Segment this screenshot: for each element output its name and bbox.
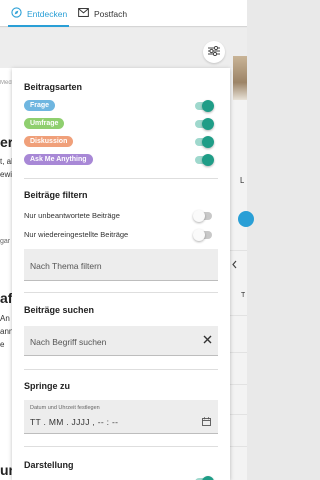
top-navigation: Entdecken Postfach <box>0 0 247 27</box>
sliders-icon <box>208 43 220 61</box>
calendar-icon[interactable] <box>202 417 211 428</box>
chip-frage: Frage <box>24 100 56 111</box>
search-input[interactable]: Nach Begriff suchen <box>24 326 218 356</box>
datetime-value: TT . MM . JJJJ , -- : -- <box>30 417 119 427</box>
toggle-diskussion[interactable] <box>195 136 214 148</box>
chip-ask-me-anything: Ask Me Anything <box>24 154 93 165</box>
divider <box>24 446 218 447</box>
datetime-input[interactable]: Datum und Uhrzeit festlegen TT . MM . JJ… <box>24 400 218 434</box>
toggle-umfrage[interactable] <box>195 118 214 130</box>
section-title-jump: Springe zu <box>24 381 71 391</box>
tab-postfach[interactable]: Postfach <box>78 0 127 27</box>
divider <box>24 178 218 179</box>
tab-entdecken-label: Entdecken <box>27 8 68 19</box>
chip-diskussion: Diskussion <box>24 136 74 147</box>
chevron-left-icon[interactable] <box>231 256 238 274</box>
post-thumbnail <box>233 56 247 100</box>
section-title-filter: Beiträge filtern <box>24 190 88 200</box>
filter-panel: Beitragsarten Frage Umfrage Diskussion A… <box>12 68 230 480</box>
toggle-frage[interactable] <box>195 100 214 112</box>
toggle-reposted[interactable] <box>193 229 212 241</box>
bg-avatar <box>238 211 254 227</box>
topic-filter-placeholder: Nach Thema filtern <box>30 261 102 271</box>
topic-filter-input[interactable]: Nach Thema filtern <box>24 249 218 281</box>
chip-umfrage: Umfrage <box>24 118 65 129</box>
toggle-ask-me-anything[interactable] <box>195 154 214 166</box>
search-placeholder: Nach Begriff suchen <box>30 337 107 347</box>
bg-fragment: L <box>240 176 245 185</box>
option-reposted-label: Nur wiedereingestellte Beiträge <box>24 230 129 239</box>
toggle-unanswered[interactable] <box>193 210 212 222</box>
bg-fragment: T <box>241 292 246 299</box>
compass-icon <box>11 7 22 20</box>
section-title-search: Beiträge suchen <box>24 305 95 315</box>
section-title-post-types: Beitragsarten <box>24 82 83 92</box>
tab-postfach-label: Postfach <box>94 8 128 19</box>
divider <box>24 292 218 293</box>
section-title-display: Darstellung <box>24 460 74 470</box>
close-icon[interactable] <box>203 335 212 346</box>
tab-entdecken[interactable]: Entdecken <box>7 0 70 27</box>
mail-icon <box>78 8 89 19</box>
datetime-field-label: Datum und Uhrzeit festlegen <box>30 405 100 411</box>
filter-settings-button[interactable] <box>203 41 225 63</box>
divider <box>24 369 218 370</box>
option-unanswered-label: Nur unbeantwortete Beiträge <box>24 211 120 220</box>
